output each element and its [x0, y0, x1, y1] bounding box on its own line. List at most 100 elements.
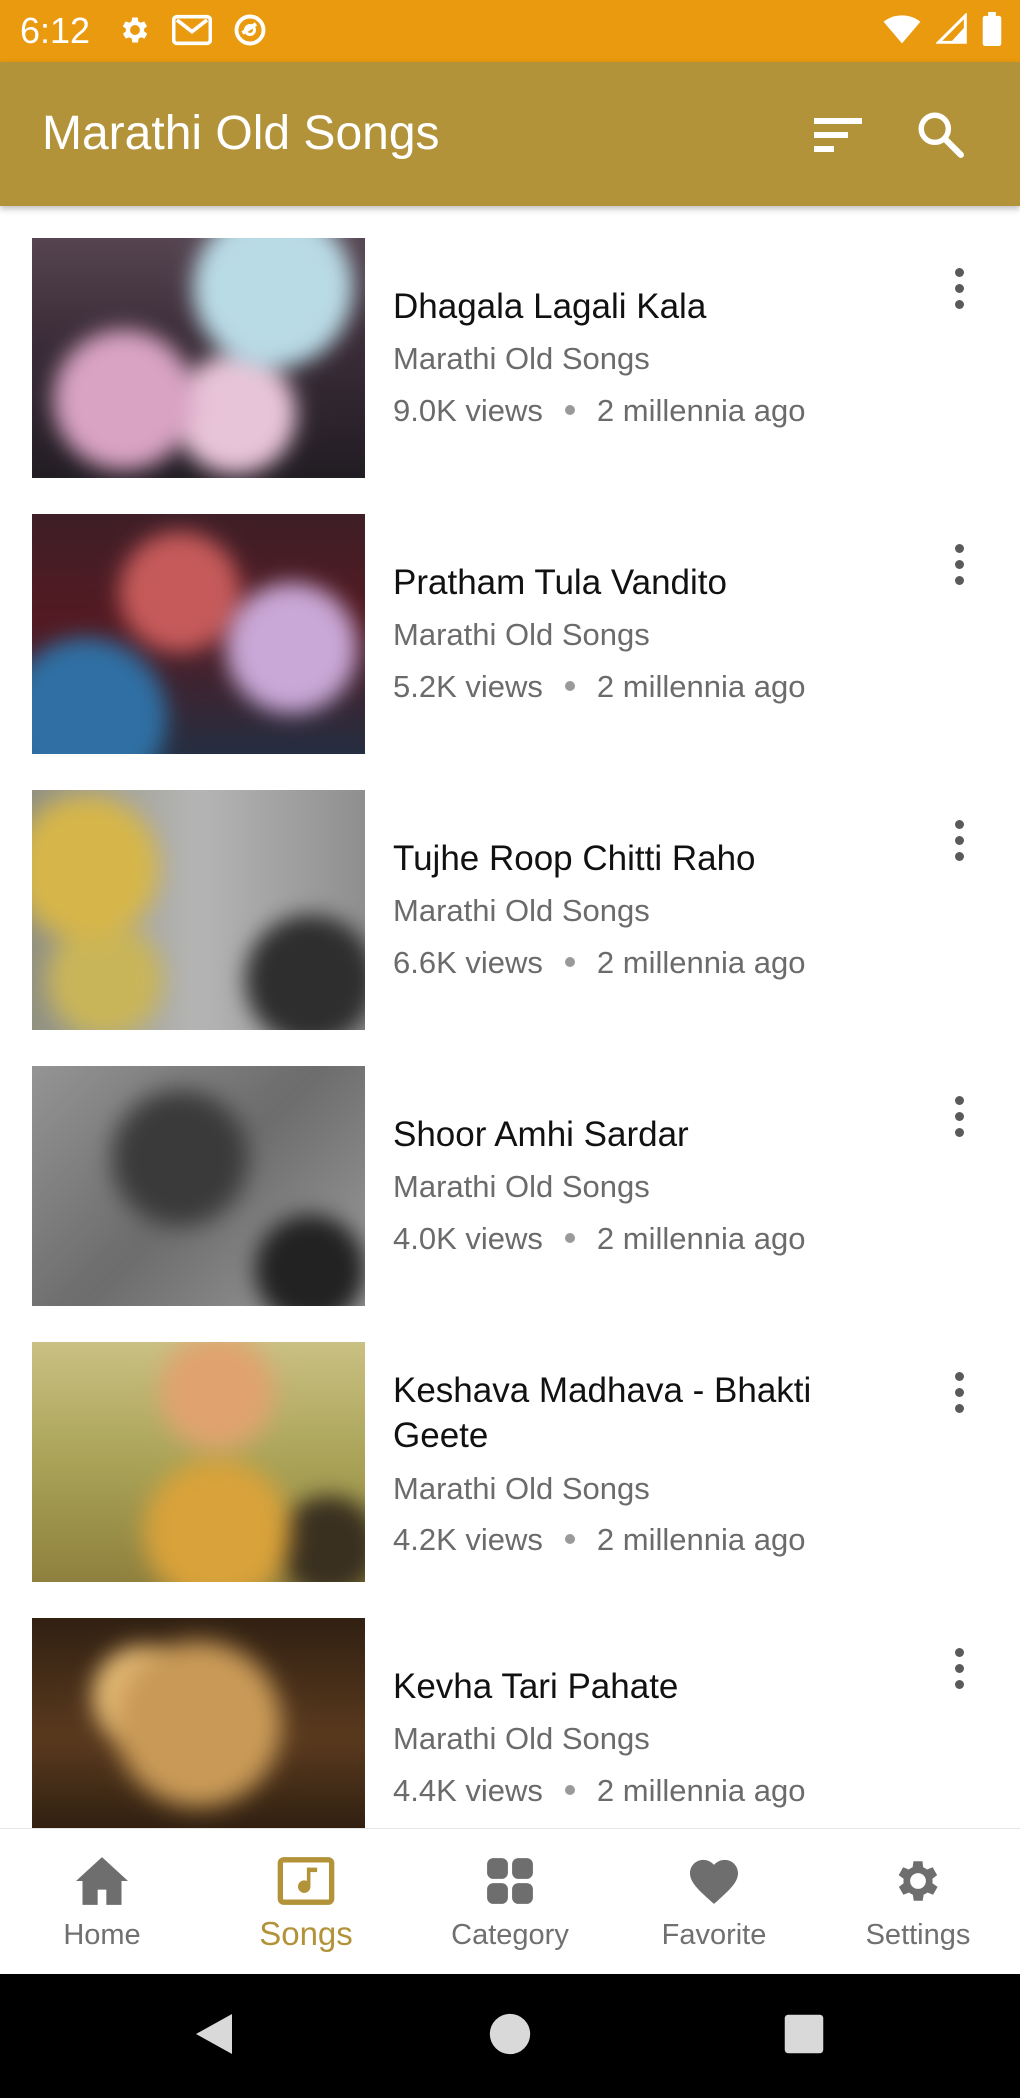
more-vert-icon: [954, 819, 964, 829]
nav-category[interactable]: Category: [408, 1829, 612, 1975]
song-views: 9.0K views: [393, 393, 543, 428]
song-meta: 5.2K views 2 millennia ago: [393, 667, 805, 707]
status-system-icons: [882, 12, 1002, 51]
song-list-item[interactable]: Shoor Amhi Sardar Marathi Old Songs 4.0K…: [0, 1036, 1020, 1312]
category-icon: [480, 1851, 540, 1911]
nav-label: Home: [63, 1919, 141, 1951]
recents-button[interactable]: [772, 2004, 836, 2068]
app-title: Marathi Old Songs: [42, 107, 440, 160]
song-channel: Marathi Old Songs: [393, 617, 650, 652]
back-icon: [192, 2010, 236, 2063]
signal-icon: [935, 12, 968, 50]
song-thumbnail[interactable]: [32, 238, 365, 478]
song-thumbnail[interactable]: [32, 1066, 365, 1306]
search-button[interactable]: [910, 106, 970, 166]
nav-songs[interactable]: Songs: [204, 1829, 408, 1975]
nav-label: Settings: [865, 1919, 971, 1951]
song-title: Tujhe Roop Chitti Raho: [393, 839, 756, 878]
song-list-item[interactable]: Pratham Tula Vandito Marathi Old Songs 5…: [0, 484, 1020, 760]
song-channel: Marathi Old Songs: [393, 341, 650, 376]
song-thumbnail[interactable]: [32, 790, 365, 1030]
status-bar: 6:12: [0, 0, 1020, 62]
separator-dot: [564, 1232, 575, 1243]
song-age: 2 millennia ago: [596, 1221, 806, 1256]
system-navigation-bar: [0, 1974, 1020, 2098]
song-age: 2 millennia ago: [596, 1522, 806, 1557]
nav-favorite[interactable]: Favorite: [612, 1829, 816, 1975]
song-thumbnail[interactable]: [32, 514, 365, 754]
song-age: 2 millennia ago: [596, 393, 806, 428]
app-bar: Marathi Old Songs: [0, 62, 1020, 206]
home-circle-icon: [488, 2012, 532, 2061]
song-meta: 4.2K views 2 millennia ago: [393, 1520, 805, 1560]
more-options-button[interactable]: [940, 1362, 978, 1422]
home-icon: [72, 1851, 132, 1911]
song-title: Shoor Amhi Sardar: [393, 1115, 689, 1154]
more-options-button[interactable]: [940, 258, 978, 318]
separator-dot: [564, 1533, 575, 1544]
song-list-item[interactable]: Tujhe Roop Chitti Raho Marathi Old Songs…: [0, 760, 1020, 1036]
more-vert-icon: [954, 1647, 964, 1657]
song-channel: Marathi Old Songs: [393, 1471, 650, 1506]
song-list-item[interactable]: Keshava Madhava - Bhakti Geete Marathi O…: [0, 1312, 1020, 1588]
song-channel: Marathi Old Songs: [393, 1169, 650, 1204]
more-options-button[interactable]: [940, 534, 978, 594]
song-list-item[interactable]: Dhagala Lagali Kala Marathi Old Songs 9.…: [0, 208, 1020, 484]
gear-icon: [888, 1851, 948, 1911]
separator-dot: [564, 1784, 575, 1795]
more-options-button[interactable]: [940, 1086, 978, 1146]
more-vert-icon: [954, 1095, 964, 1105]
song-title: Dhagala Lagali Kala: [393, 287, 707, 326]
song-views: 5.2K views: [393, 669, 543, 704]
nav-label: Songs: [259, 1915, 353, 1952]
song-title: Pratham Tula Vandito: [393, 563, 727, 602]
music-note-icon: [276, 1851, 336, 1911]
status-time: 6:12: [20, 10, 91, 51]
data-saver-icon: [232, 12, 268, 53]
more-vert-icon: [954, 267, 964, 277]
more-options-button[interactable]: [940, 1638, 978, 1698]
song-views: 4.4K views: [393, 1773, 543, 1808]
song-title: Keshava Madhava - Bhakti Geete: [393, 1371, 812, 1455]
separator-dot: [564, 680, 575, 691]
song-meta: 9.0K views 2 millennia ago: [393, 391, 805, 431]
recents-icon: [783, 2013, 825, 2060]
nav-label: Category: [451, 1919, 569, 1951]
back-button[interactable]: [182, 2004, 246, 2068]
sort-button[interactable]: [808, 106, 868, 166]
separator-dot: [564, 956, 575, 967]
more-vert-icon: [954, 1371, 964, 1381]
nav-label: Favorite: [661, 1919, 767, 1951]
song-views: 6.6K views: [393, 945, 543, 980]
song-age: 2 millennia ago: [596, 945, 806, 980]
song-thumbnail[interactable]: [32, 1342, 365, 1582]
song-channel: Marathi Old Songs: [393, 893, 650, 928]
song-age: 2 millennia ago: [596, 669, 806, 704]
song-meta: 6.6K views 2 millennia ago: [393, 943, 805, 983]
sort-icon: [812, 114, 864, 159]
more-vert-icon: [954, 543, 964, 553]
song-meta: 4.0K views 2 millennia ago: [393, 1219, 805, 1259]
settings-icon: [118, 13, 152, 52]
song-list[interactable]: Dhagala Lagali Kala Marathi Old Songs 9.…: [0, 208, 1020, 1828]
song-views: 4.2K views: [393, 1522, 543, 1557]
home-system-button[interactable]: [478, 2004, 542, 2068]
search-icon: [915, 109, 965, 164]
gmail-icon: [171, 13, 213, 52]
song-channel: Marathi Old Songs: [393, 1721, 650, 1756]
wifi-icon: [882, 13, 922, 50]
nav-settings[interactable]: Settings: [816, 1829, 1020, 1975]
more-options-button[interactable]: [940, 810, 978, 870]
heart-icon: [684, 1851, 744, 1911]
song-thumbnail[interactable]: [32, 1618, 365, 1828]
song-title: Kevha Tari Pahate: [393, 1667, 679, 1706]
song-views: 4.0K views: [393, 1221, 543, 1256]
song-list-item[interactable]: Kevha Tari Pahate Marathi Old Songs 4.4K…: [0, 1588, 1020, 1828]
separator-dot: [564, 404, 575, 415]
battery-icon: [982, 12, 1002, 51]
nav-home[interactable]: Home: [0, 1829, 204, 1975]
song-meta: 4.4K views 2 millennia ago: [393, 1771, 805, 1811]
song-age: 2 millennia ago: [596, 1773, 806, 1808]
bottom-navigation: Home Songs Category Favorite Settings: [0, 1828, 1020, 1975]
status-notification-icons: [118, 12, 268, 53]
